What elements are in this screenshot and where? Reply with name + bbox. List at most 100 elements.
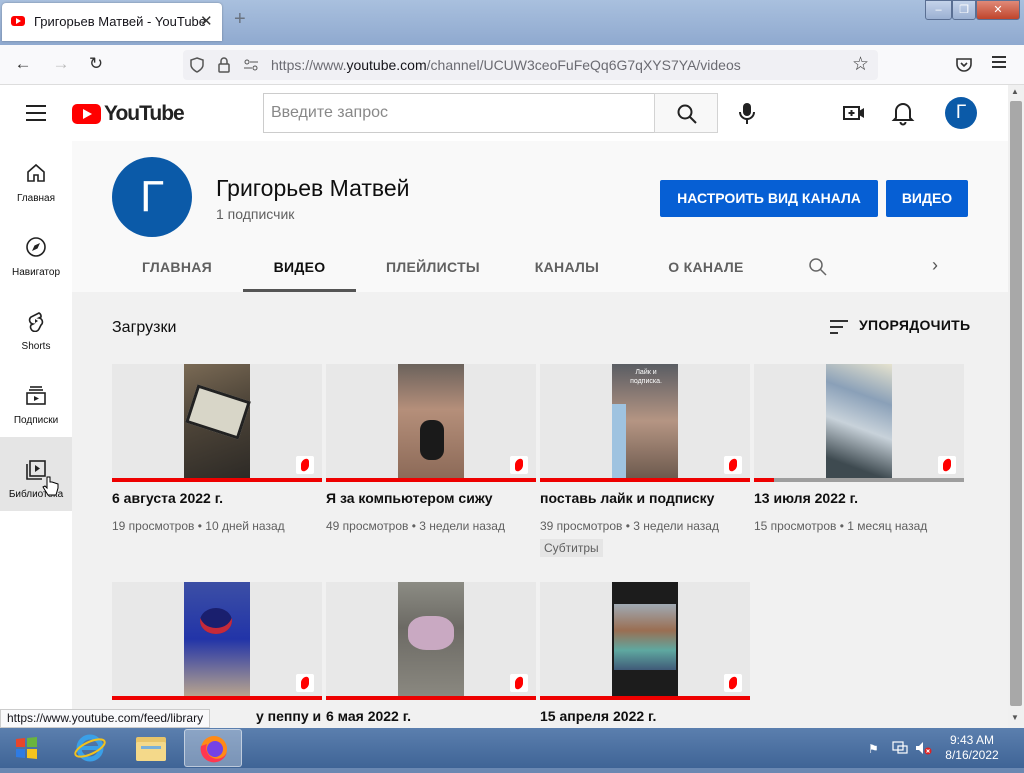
subtitles-badge: Субтитры: [540, 539, 603, 557]
view-count: 19 просмотров: [112, 519, 195, 533]
sidebar-item-label: Подписки: [13, 415, 59, 426]
sort-button[interactable]: УПОРЯДОЧИТЬ: [831, 317, 970, 333]
youtube-page: YouTube Введите запрос Г Главная Навигат…: [0, 85, 1008, 728]
watched-progress-bar: [540, 478, 750, 482]
scrollbar-thumb[interactable]: [1010, 101, 1022, 706]
section-title: Загрузки: [112, 319, 177, 336]
file-explorer-taskbar-button[interactable]: [122, 729, 180, 767]
compass-icon: [26, 237, 46, 257]
firefox-taskbar-button[interactable]: [184, 729, 242, 767]
internet-explorer-icon: [74, 734, 106, 762]
sidebar-item-explore[interactable]: Навигатор: [0, 215, 72, 289]
microphone-icon[interactable]: [735, 100, 759, 126]
pocket-icon[interactable]: [955, 57, 973, 73]
notifications-bell-icon[interactable]: [891, 100, 915, 126]
firefox-icon: [200, 736, 227, 763]
bookmark-star-icon[interactable]: ☆: [852, 53, 869, 76]
windows-logo-icon: [16, 737, 37, 759]
youtube-logo-text: YouTube: [104, 102, 185, 125]
network-icon[interactable]: [892, 740, 908, 756]
video-thumbnail[interactable]: [112, 582, 322, 700]
sidebar-item-label: Главная: [16, 193, 56, 204]
system-clock[interactable]: 9:43 AM 8/16/2022: [942, 733, 1002, 763]
search-button[interactable]: [654, 93, 718, 133]
reload-icon[interactable]: ↻: [85, 54, 107, 74]
thumbnail-image: [398, 582, 464, 696]
new-tab-icon[interactable]: +: [234, 8, 246, 31]
manage-videos-button[interactable]: ВИДЕО: [886, 180, 968, 217]
video-card[interactable]: у пеппу и: [112, 582, 322, 728]
video-card[interactable]: 6 августа 2022 г. 19 просмотров • 10 дне…: [112, 364, 322, 564]
shield-icon[interactable]: [189, 57, 205, 73]
video-title[interactable]: 15 апреля 2022 г.: [540, 708, 656, 724]
tab-channels[interactable]: КАНАЛЫ: [528, 237, 606, 292]
video-card[interactable]: Лайк и подписка. поставь лайк и подписку…: [540, 364, 750, 564]
video-title[interactable]: 6 августа 2022 г.: [112, 490, 223, 506]
scroll-up-arrow-icon[interactable]: ▲: [1011, 87, 1019, 96]
sidebar-item-shorts[interactable]: Shorts: [0, 289, 72, 363]
create-video-icon[interactable]: [842, 100, 866, 126]
search-input[interactable]: Введите запрос: [263, 93, 655, 133]
video-thumbnail[interactable]: [112, 364, 322, 482]
page-scrollbar[interactable]: ▲ ▼: [1008, 85, 1024, 728]
account-avatar[interactable]: Г: [945, 97, 977, 129]
thumbnail-image: Лайк и подписка.: [612, 364, 678, 478]
title-bar: Григорьев Матвей - YouTube ✕ + – ❐ ✕: [0, 0, 1024, 45]
video-title[interactable]: у пеппу и: [256, 708, 321, 724]
back-icon[interactable]: ←: [12, 54, 34, 74]
video-card[interactable]: 15 апреля 2022 г.: [540, 582, 750, 728]
watched-progress-bar: [326, 478, 536, 482]
sidebar-item-label: Библиотека: [8, 489, 64, 500]
tab-home[interactable]: ГЛАВНАЯ: [124, 237, 230, 292]
action-center-flag-icon[interactable]: ⚑: [868, 742, 879, 756]
volume-muted-icon[interactable]: [914, 740, 932, 756]
maximize-button[interactable]: ❐: [952, 0, 976, 20]
video-card[interactable]: 6 мая 2022 г.: [326, 582, 536, 728]
guide-menu-icon[interactable]: [26, 105, 46, 126]
tabs-next-chevron-icon[interactable]: ›: [932, 255, 938, 276]
video-title[interactable]: поставь лайк и подписку: [540, 490, 714, 506]
start-button[interactable]: [6, 730, 46, 766]
permissions-icon[interactable]: [243, 58, 259, 72]
tab-playlists[interactable]: ПЛЕЙЛИСТЫ: [372, 237, 494, 292]
sidebar-item-library[interactable]: Библиотека: [0, 437, 72, 511]
tab-about[interactable]: О КАНАЛЕ: [656, 237, 756, 292]
forward-icon[interactable]: →: [50, 54, 72, 74]
shorts-badge-icon: [296, 674, 314, 692]
video-card[interactable]: Я за компьютером сижу 49 просмотров • 3 …: [326, 364, 536, 564]
minimize-button[interactable]: –: [925, 0, 952, 20]
youtube-favicon-icon: [11, 16, 25, 26]
view-count: 49 просмотров: [326, 519, 409, 533]
video-title[interactable]: Я за компьютером сижу: [326, 490, 493, 506]
video-title[interactable]: 6 мая 2022 г.: [326, 708, 411, 724]
thumbnail-caption: Лайк и подписка.: [630, 369, 662, 385]
sidebar-item-label: Навигатор: [11, 267, 61, 278]
lock-icon[interactable]: [217, 57, 231, 73]
internet-explorer-taskbar-button[interactable]: [62, 729, 120, 767]
clock-time: 9:43 AM: [949, 733, 995, 747]
folder-icon: [136, 737, 166, 761]
sidebar-item-home[interactable]: Главная: [0, 141, 72, 215]
url-bar[interactable]: https://www.youtube.com/channel/UCUW3ceo…: [183, 50, 878, 80]
channel-avatar: Г: [112, 157, 192, 237]
video-thumbnail[interactable]: [754, 364, 964, 482]
sidebar-item-subscriptions[interactable]: Подписки: [0, 363, 72, 437]
browser-tab[interactable]: Григорьев Матвей - YouTube ✕: [2, 3, 222, 41]
tab-title: Григорьев Матвей - YouTube: [34, 14, 207, 29]
tab-close-icon[interactable]: ✕: [200, 12, 213, 30]
video-title[interactable]: 13 июля 2022 г.: [754, 490, 858, 506]
video-thumbnail[interactable]: [326, 364, 536, 482]
shorts-icon: [28, 312, 44, 332]
video-thumbnail[interactable]: [540, 582, 750, 700]
tab-videos[interactable]: ВИДЕО: [243, 237, 356, 292]
channel-search-icon[interactable]: [808, 257, 828, 277]
url-text[interactable]: https://www.youtube.com/channel/UCUW3ceo…: [271, 57, 741, 73]
scroll-down-arrow-icon[interactable]: ▼: [1011, 713, 1019, 722]
close-window-button[interactable]: ✕: [976, 0, 1020, 20]
video-thumbnail[interactable]: [326, 582, 536, 700]
video-card[interactable]: 13 июля 2022 г. 15 просмотров • 1 месяц …: [754, 364, 964, 564]
customize-channel-button[interactable]: НАСТРОИТЬ ВИД КАНАЛА: [660, 180, 878, 217]
video-thumbnail[interactable]: Лайк и подписка.: [540, 364, 750, 482]
shorts-badge-icon: [724, 674, 742, 692]
app-menu-icon[interactable]: [992, 56, 1006, 68]
